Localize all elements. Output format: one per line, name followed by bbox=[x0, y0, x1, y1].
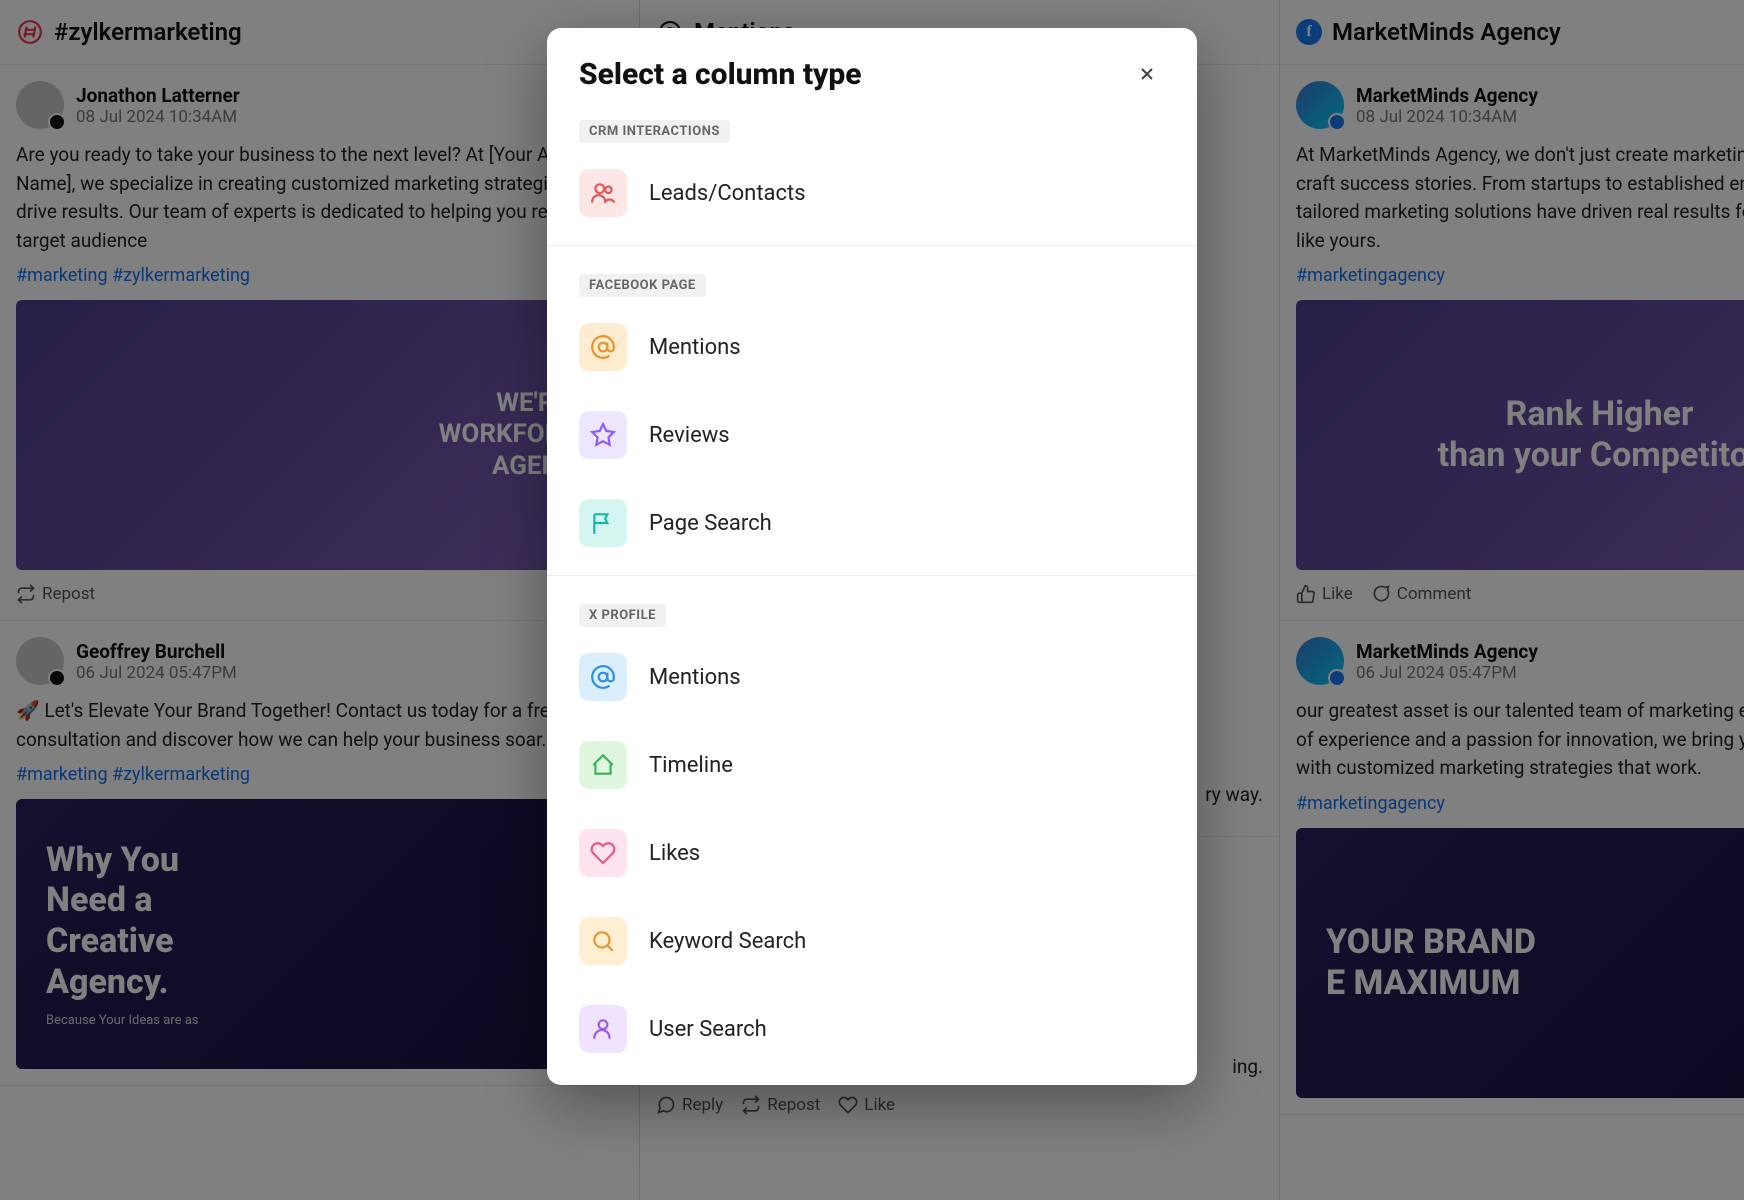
option-label: Keyword Search bbox=[649, 929, 806, 954]
dialog-title: Select a column type bbox=[579, 57, 862, 92]
option-label: Likes bbox=[649, 841, 700, 866]
option-label: Reviews bbox=[649, 423, 730, 448]
option-leads[interactable]: Leads/Contacts bbox=[547, 149, 1197, 237]
option-fb-reviews[interactable]: Reviews bbox=[547, 391, 1197, 479]
star-icon bbox=[579, 411, 627, 459]
option-x-likes[interactable]: Likes bbox=[547, 809, 1197, 897]
option-label: Page Search bbox=[649, 511, 772, 536]
option-label: Mentions bbox=[649, 335, 741, 360]
option-fb-mentions[interactable]: Mentions bbox=[547, 303, 1197, 391]
option-x-user[interactable]: User Search bbox=[547, 985, 1197, 1073]
flag-icon bbox=[579, 499, 627, 547]
user-icon bbox=[579, 1005, 627, 1053]
at-icon bbox=[579, 323, 627, 371]
option-fb-pagesearch[interactable]: Page Search bbox=[547, 479, 1197, 567]
option-label: User Search bbox=[649, 1017, 767, 1042]
option-x-timeline[interactable]: Timeline bbox=[547, 721, 1197, 809]
search-icon bbox=[579, 917, 627, 965]
section-label: X PROFILE bbox=[579, 604, 666, 627]
option-x-mentions[interactable]: Mentions bbox=[547, 633, 1197, 721]
option-label: Mentions bbox=[649, 665, 741, 690]
people-icon bbox=[579, 169, 627, 217]
option-x-keyword[interactable]: Keyword Search bbox=[547, 897, 1197, 985]
option-label: Leads/Contacts bbox=[649, 181, 806, 206]
heart-icon bbox=[579, 829, 627, 877]
close-button[interactable] bbox=[1129, 56, 1165, 92]
section-label: CRM INTERACTIONS bbox=[579, 120, 730, 143]
section-label: FACEBOOK PAGE bbox=[579, 274, 706, 297]
option-label: Timeline bbox=[649, 753, 733, 778]
close-icon bbox=[1137, 64, 1157, 84]
column-type-dialog: Select a column type CRM INTERACTIONS Lea… bbox=[547, 28, 1197, 1085]
at-icon bbox=[579, 653, 627, 701]
home-icon bbox=[579, 741, 627, 789]
